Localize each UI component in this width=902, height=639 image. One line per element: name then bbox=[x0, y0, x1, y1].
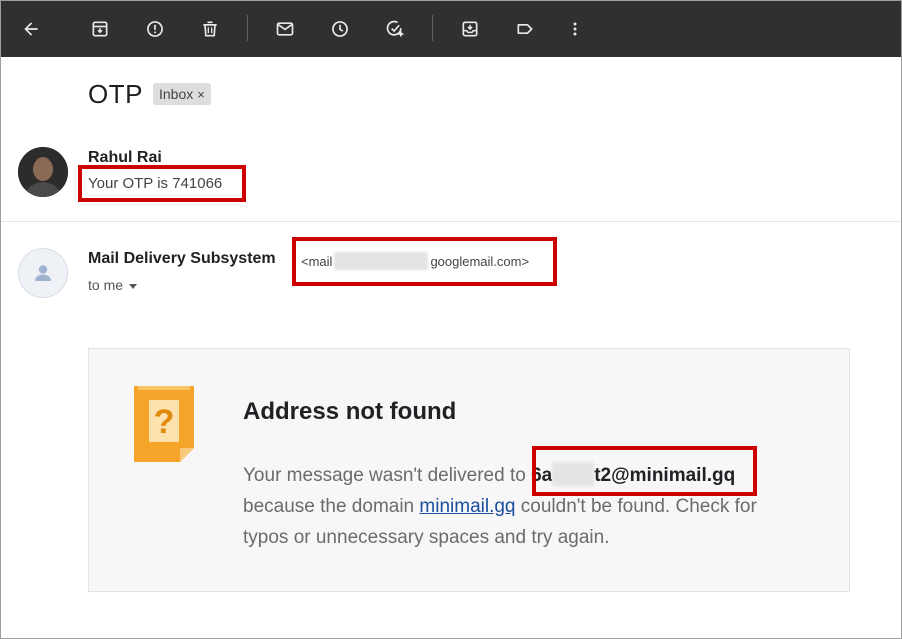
mark-unread-icon[interactable] bbox=[267, 11, 303, 47]
highlight-box-otp bbox=[78, 165, 246, 202]
svg-text:?: ? bbox=[154, 403, 175, 441]
more-vert-icon[interactable] bbox=[557, 11, 593, 47]
default-avatar-icon[interactable] bbox=[18, 248, 68, 298]
back-arrow-icon[interactable] bbox=[13, 11, 49, 47]
recipient-text: to me bbox=[88, 277, 124, 293]
domain-link[interactable]: minimail.gq bbox=[419, 496, 515, 517]
inbox-label-chip[interactable]: Inbox × bbox=[153, 83, 211, 105]
toolbar-divider bbox=[432, 15, 433, 41]
label-chip-text: Inbox bbox=[159, 86, 194, 102]
message2-sender[interactable]: Mail Delivery Subsystem bbox=[88, 250, 276, 268]
toolbar bbox=[1, 1, 901, 57]
bounce-title: Address not found bbox=[243, 398, 457, 425]
remove-label-icon[interactable]: × bbox=[197, 87, 205, 102]
toolbar-divider bbox=[247, 15, 248, 41]
label-icon[interactable] bbox=[507, 11, 543, 47]
thread-subject: OTP bbox=[88, 79, 143, 109]
bounce-text-mid: because the domain bbox=[243, 496, 420, 517]
move-to-icon[interactable] bbox=[452, 11, 488, 47]
highlight-box-sender-email bbox=[292, 237, 557, 286]
chevron-down-icon bbox=[129, 283, 138, 289]
report-spam-icon[interactable] bbox=[137, 11, 173, 47]
message-divider bbox=[1, 221, 901, 222]
snooze-icon[interactable] bbox=[322, 11, 358, 47]
bounce-text-before: Your message wasn't delivered to bbox=[243, 465, 532, 486]
question-mark-note-icon: ? bbox=[134, 386, 196, 464]
archive-icon[interactable] bbox=[82, 11, 118, 47]
recipient-details-toggle[interactable]: to me bbox=[88, 277, 138, 293]
sender-avatar[interactable] bbox=[18, 147, 68, 197]
delete-icon[interactable] bbox=[192, 11, 228, 47]
add-task-icon[interactable] bbox=[377, 11, 413, 47]
email-viewer: OTP Inbox × Rahul Rai Your OTP is 741066… bbox=[0, 0, 902, 639]
highlight-box-failed-address bbox=[532, 446, 757, 496]
